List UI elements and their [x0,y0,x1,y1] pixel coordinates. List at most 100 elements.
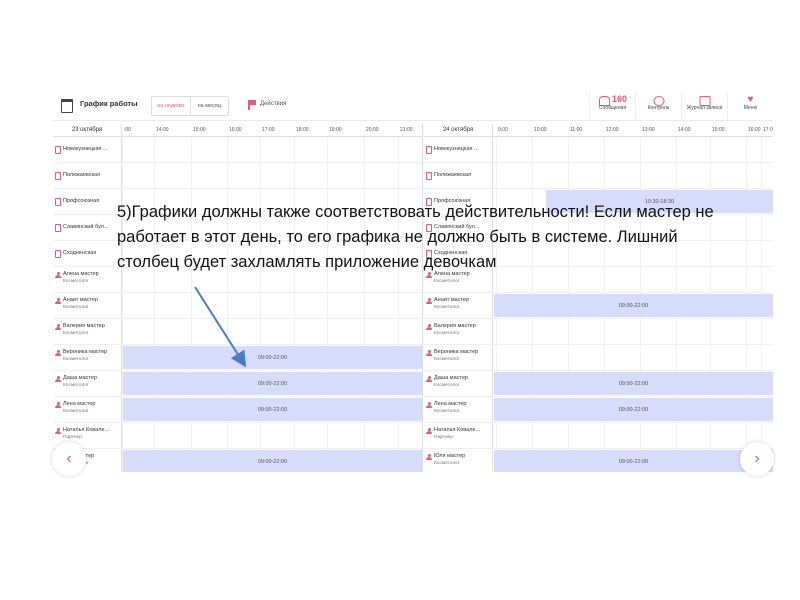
day-panel: 24 октября 9:00 10:00 11:00 12:00 13:00 14:00 1… [424,124,773,472]
messages-label: Сообщения [598,105,627,111]
schedule-screenshot: График работы на неделю на месяц Действи… [53,92,773,472]
next-day-button[interactable]: › [740,442,774,476]
name-column-divider [492,293,493,318]
row-name: Профсоюзная [63,198,100,204]
time-tick: 9:00 [498,127,508,133]
person-icon [55,298,61,304]
prev-day-button[interactable]: ‹ [52,442,86,476]
schedule-row[interactable]: Валерия мастер Косметолог [53,319,422,345]
row-name: Лена мастер [63,401,96,407]
time-tick: 12:00 [606,127,619,133]
name-column-divider [492,319,493,344]
time-tick: 15:00 [193,127,206,133]
annotation-text: 5)Графики должны также соответствовать д… [117,203,714,271]
branch-icon [55,198,61,206]
branch-icon [426,146,432,154]
schedule-row[interactable]: Новокузнецкая ... [424,137,773,163]
day-header: 23 октября:00 14:00 15:00 16:00 17:00 18:00 19… [53,124,422,137]
schedule-row[interactable]: Новокузнецкая ... [53,137,422,163]
row-name: Сходненская [63,250,97,256]
person-icon [426,454,432,460]
schedule-row[interactable]: Наталья Ковале... Партнер [424,423,773,449]
shift-block[interactable]: 09:00-22:00 [494,372,773,395]
schedule-row[interactable]: Даша мастер Косметолог 09:00-22:00 [424,371,773,397]
schedule-row[interactable]: Юля мастерКосметолог09:00-22:00 [424,449,773,472]
name-column-divider [492,397,493,422]
schedule-row[interactable]: Вероника мастер Косметолог 09:00-22:00 [53,345,422,371]
row-name: Вероника мастер [434,349,479,355]
row-name: Даша мастер [434,375,468,381]
row-role: Косметолог [63,409,89,414]
menu-button[interactable]: ♥ Меню [727,92,773,120]
schedule-row[interactable]: Лена мастер Косметолог 09:00-22:00 [53,397,422,423]
day-date: 24 октября [424,124,493,136]
heart-icon: ♥ [747,94,754,105]
shift-block[interactable]: 09:00-22:00 [123,398,422,421]
shift-block[interactable]: 09:00-22:00 [494,294,773,317]
person-icon [426,350,432,356]
actions-button[interactable]: Действия [260,101,286,107]
shift-block[interactable]: 09:00-22:00 [494,398,773,421]
row-role: Косметолог [434,279,460,284]
name-column-divider [121,163,122,188]
schedule-row[interactable]: Валерия мастер Косметолог [424,319,773,345]
time-tick: 16:00 [229,127,242,133]
name-column-divider [492,345,493,370]
schedule-row[interactable]: Наталья Ковале... Партнер [53,423,422,449]
row-name: Анаит мастер [63,297,99,303]
branch-icon [426,172,432,180]
row-role: Косметолог [434,357,460,362]
row-name: Алена мастер [63,271,99,277]
menu-label: Меню [743,105,758,111]
person-icon [55,272,61,278]
row-name: Полежаевская [434,172,472,178]
schedule-row[interactable]: Лена мастер Косметолог 09:00-22:00 [424,397,773,423]
row-role: Косметолог [63,305,89,310]
person-icon [55,350,61,356]
time-tick: :00 [124,127,131,133]
schedule-row[interactable]: Даша мастер Косметолог 09:00-22:00 [53,371,422,397]
view-month-button[interactable]: на месяц [191,97,229,115]
shift-block[interactable]: 09:00-22:00 [494,450,773,472]
schedule-row[interactable]: Юля мастерКосметолог09:00-22:00 [53,449,422,472]
day-date: 23 октября [53,124,122,136]
row-role: Партнер [434,435,453,440]
row-role: Косметолог [434,305,460,310]
name-column-divider [121,345,122,370]
name-column-divider [121,449,122,472]
top-bar: График работы на неделю на месяц Действи… [53,92,773,121]
schedule-row[interactable]: Вероника мастер Косметолог [424,345,773,371]
row-role: Косметолог [434,461,460,466]
time-tick: 15:00 [712,127,725,133]
schedule-row[interactable]: Полежаевская [424,163,773,189]
row-name: Новокузнецкая ... [63,146,108,152]
flag-icon[interactable] [248,100,256,110]
row-name: Вероника мастер [63,349,108,355]
top-buttons: 160 Сообщения Контроль Журнал записи ♥ М… [589,92,773,120]
view-week-button[interactable]: на неделю [152,97,191,115]
person-icon [55,428,61,434]
time-tick: 18:00 [296,127,309,133]
control-button[interactable]: Контроль [635,92,681,120]
row-role: Косметолог [63,357,89,362]
row-name: Валерия мастер [434,323,476,329]
name-column-divider [121,293,122,318]
row-name: Анаит мастер [434,297,470,303]
branch-icon [55,224,61,232]
row-role: Косметолог [63,279,89,284]
time-tick: 19:00 [329,127,342,133]
row-role: Косметолог [434,409,460,414]
person-icon [426,324,432,330]
journal-button[interactable]: Журнал записи [681,92,727,120]
time-tick: 14:00 [678,127,691,133]
schedule-row[interactable]: Анаит мастер Косметолог 09:00-22:00 [424,293,773,319]
name-column-divider [121,371,122,396]
row-name: Наталья Ковале... [63,427,110,433]
schedule-row[interactable]: Анаит мастер Косметолог [53,293,422,319]
shift-block[interactable]: 09:00-22:00 [123,346,422,369]
messages-button[interactable]: 160 Сообщения [589,92,635,120]
schedule-row[interactable]: Полежаевская [53,163,422,189]
person-icon [55,324,61,330]
shift-block[interactable]: 09:00-22:00 [123,372,422,395]
shift-block[interactable]: 09:00-22:00 [123,450,422,472]
